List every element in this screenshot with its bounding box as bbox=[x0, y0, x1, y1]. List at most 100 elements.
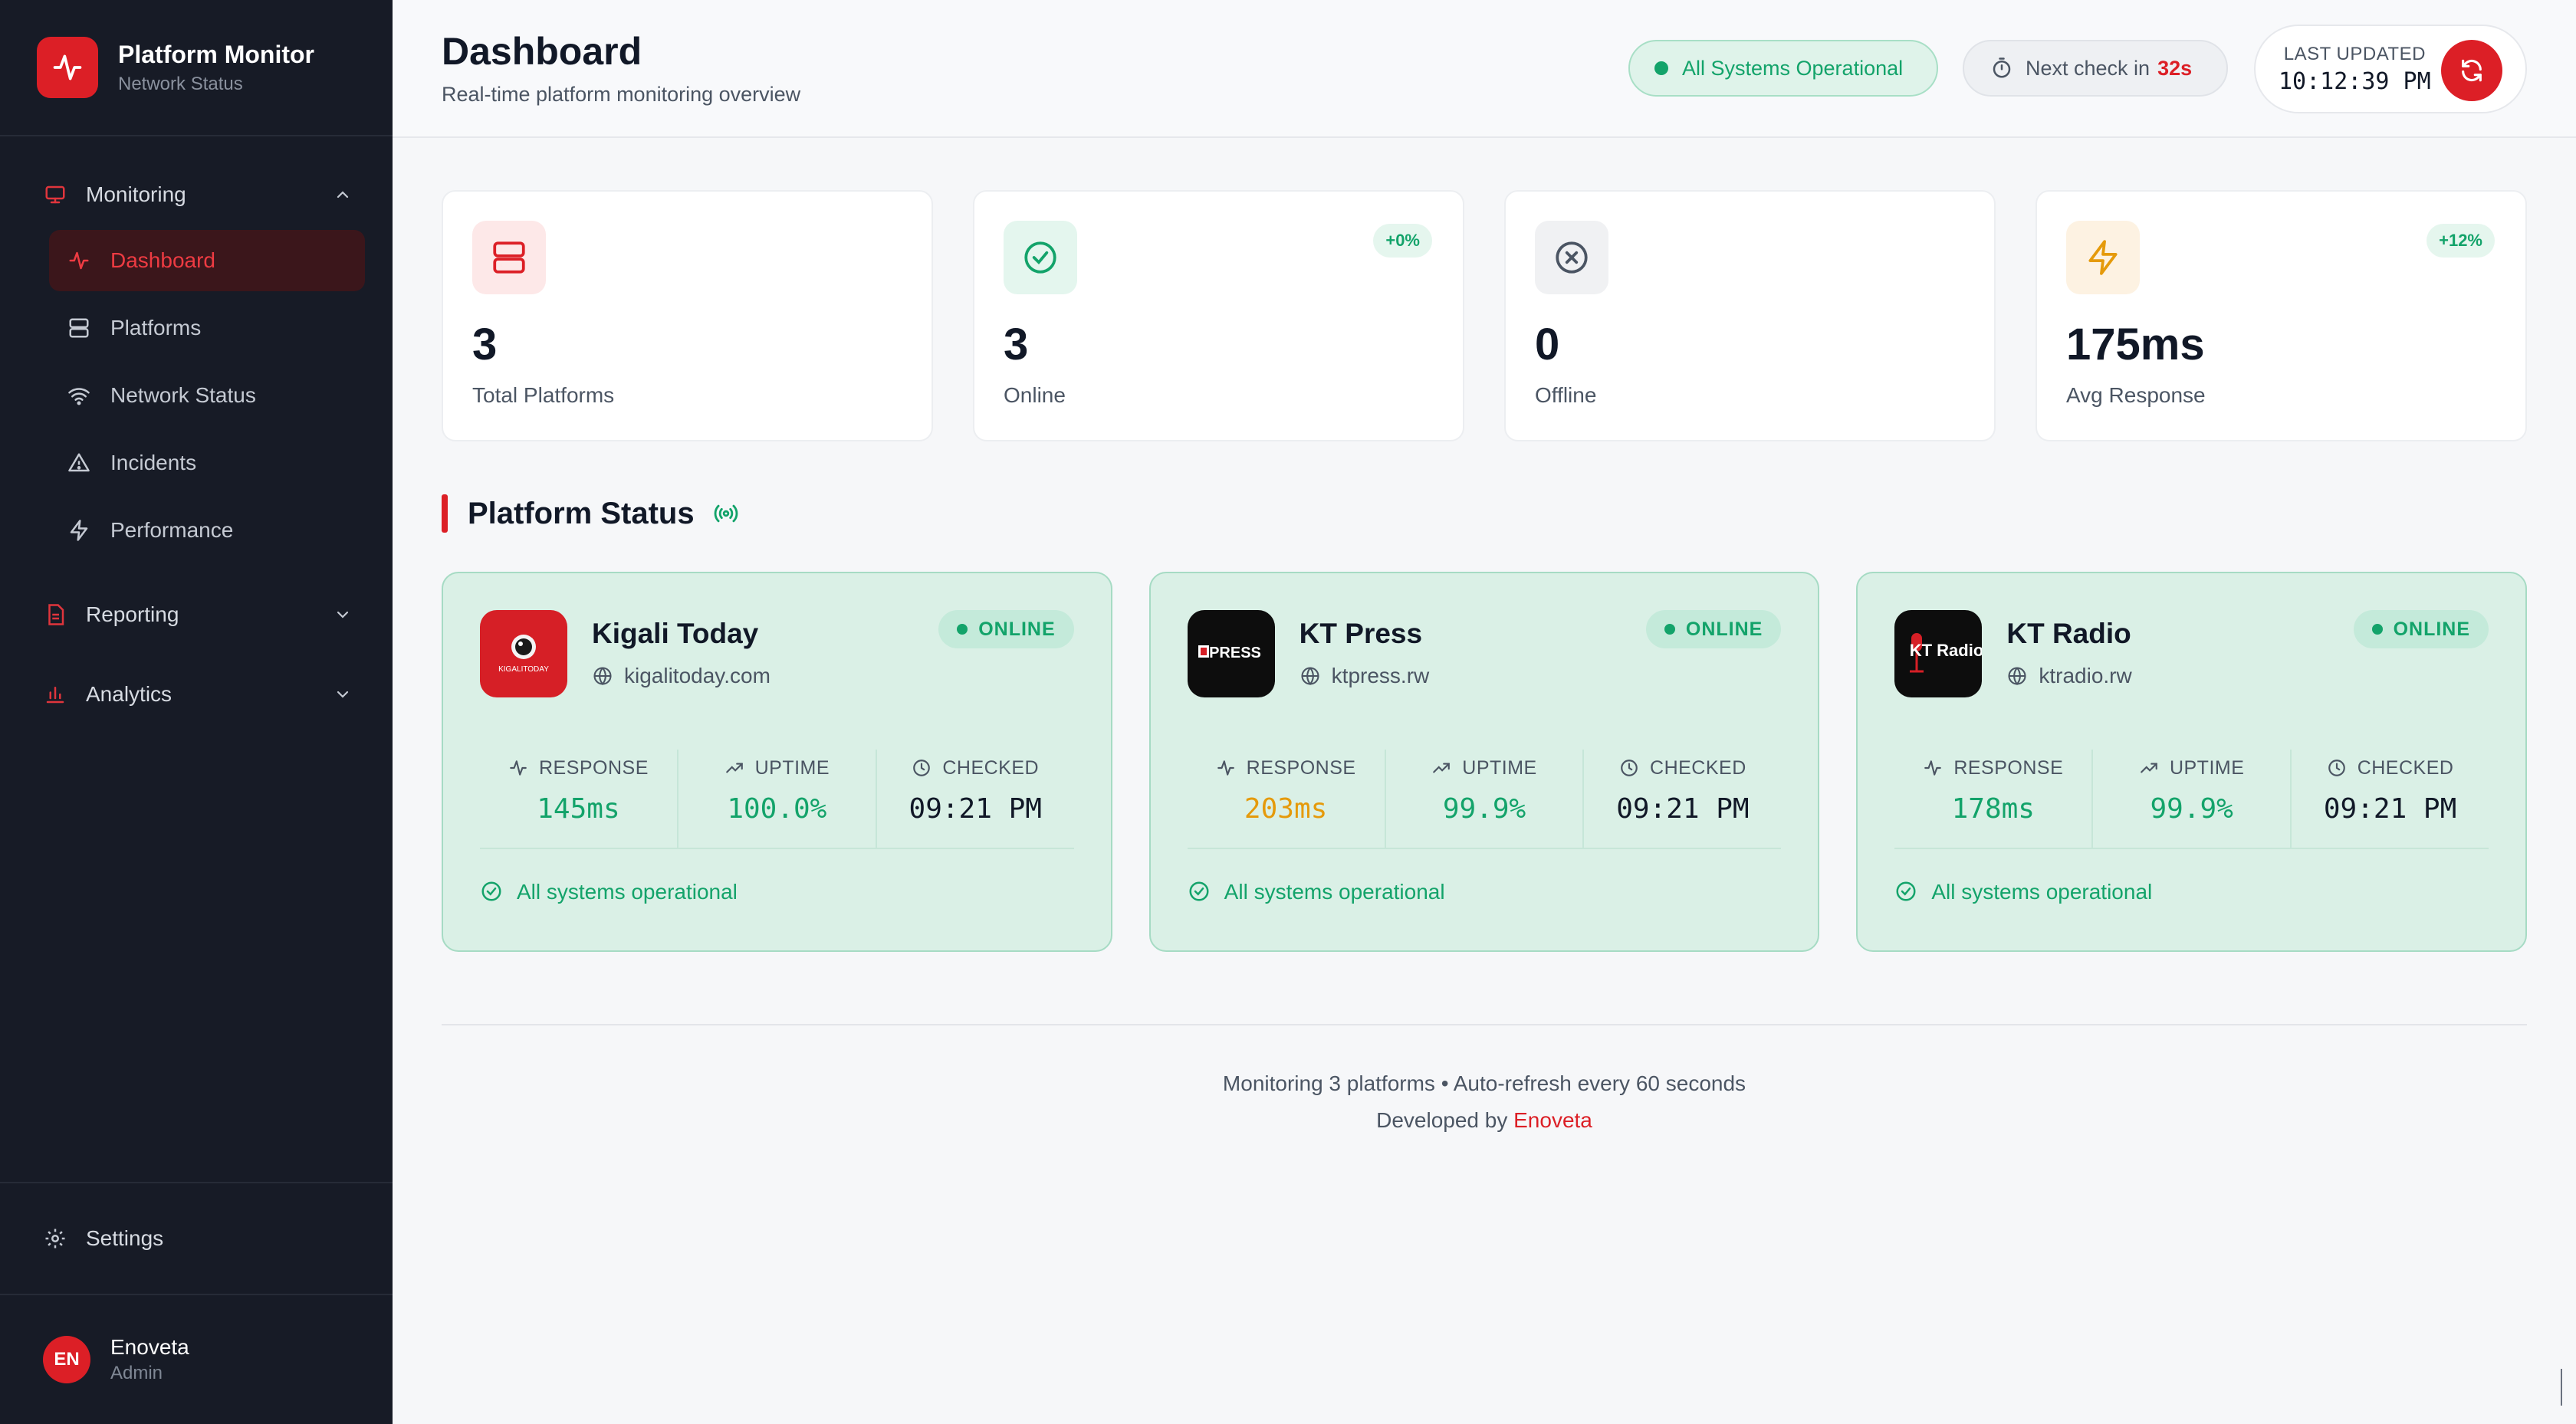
system-status-badge: All Systems Operational bbox=[1628, 40, 1938, 97]
check-circle-icon bbox=[1004, 221, 1077, 294]
trending-up-icon bbox=[2139, 758, 2160, 779]
trending-up-icon bbox=[724, 758, 746, 779]
text-cursor bbox=[2561, 1369, 2562, 1406]
trending-up-icon bbox=[1431, 758, 1453, 779]
metric-checked: CHECKED 09:21 PM bbox=[2290, 750, 2489, 848]
status-dot-icon bbox=[957, 624, 968, 635]
metric-label: UPTIME bbox=[1462, 757, 1537, 779]
platform-name: KT Radio bbox=[2006, 618, 2131, 649]
next-check-countdown: 32s bbox=[2157, 56, 2193, 80]
sidebar-item-label: Incidents bbox=[110, 451, 197, 474]
bar-chart-icon bbox=[43, 682, 67, 707]
status-badge-text: ONLINE bbox=[978, 618, 1056, 640]
check-circle-icon bbox=[480, 880, 504, 904]
footer-credit: Developed by Enoveta bbox=[442, 1102, 2527, 1139]
metric-uptime: UPTIME 100.0% bbox=[676, 750, 876, 848]
platform-status-text: All systems operational bbox=[1931, 880, 2153, 904]
metric-label: UPTIME bbox=[754, 757, 830, 779]
activity-icon bbox=[66, 248, 92, 274]
globe-icon bbox=[592, 665, 613, 687]
platform-url[interactable]: kigalitoday.com bbox=[592, 664, 770, 688]
monitor-icon bbox=[43, 182, 67, 207]
platform-status-text: All systems operational bbox=[1224, 880, 1445, 904]
user-profile[interactable]: EN Enoveta Admin bbox=[0, 1294, 393, 1424]
last-updated-time: 10:12:39 PM bbox=[2279, 67, 2431, 95]
user-role: Admin bbox=[110, 1363, 163, 1383]
metric-uptime: UPTIME 99.9% bbox=[1384, 750, 1583, 848]
metric-value: 09:21 PM bbox=[1616, 793, 1750, 825]
platform-url[interactable]: ktradio.rw bbox=[2006, 664, 2132, 688]
chevron-down-icon bbox=[333, 605, 353, 625]
server-icon bbox=[66, 315, 92, 341]
metric-checked: CHECKED 09:21 PM bbox=[1582, 750, 1781, 848]
nav-group-monitoring[interactable]: Monitoring bbox=[0, 170, 393, 219]
kt-press-logo: PRESS bbox=[1187, 610, 1275, 697]
settings-button[interactable]: Settings bbox=[0, 1182, 393, 1294]
status-badge-text: ONLINE bbox=[2393, 618, 2471, 640]
sidebar-item-network-status[interactable]: Network Status bbox=[49, 365, 365, 426]
sidebar-nav: Monitoring Dashboard Platforms Network S… bbox=[0, 136, 393, 719]
platform-card-kt-radio[interactable]: KT Radio KT Radio ktradio.rw ONLINE RESP… bbox=[1856, 572, 2528, 952]
platform-status-message: All systems operational bbox=[480, 880, 738, 904]
check-circle-icon bbox=[1188, 880, 1212, 904]
nav-group-analytics[interactable]: Analytics bbox=[0, 670, 393, 719]
metric-label: CHECKED bbox=[2357, 757, 2454, 779]
sidebar-item-incidents[interactable]: Incidents bbox=[49, 432, 365, 494]
metric-label: RESPONSE bbox=[538, 757, 649, 779]
metric-value: 09:21 PM bbox=[909, 793, 1042, 825]
stat-trend-badge: +12% bbox=[2426, 224, 2495, 258]
platform-metrics: RESPONSE 203ms UPTIME 99.9% CHECKED 09:2… bbox=[1187, 750, 1782, 849]
system-status-text: All Systems Operational bbox=[1682, 56, 1904, 80]
stats-row: 3 Total Platforms +0% 3 Online 0 Offline… bbox=[442, 190, 2527, 441]
clock-icon bbox=[1619, 758, 1641, 779]
nav-group-label: Analytics bbox=[86, 682, 172, 706]
status-badge: ONLINE bbox=[1645, 610, 1782, 648]
sidebar-item-label: Performance bbox=[110, 518, 234, 542]
stat-label: Total Platforms bbox=[472, 383, 615, 407]
stat-value: 3 bbox=[1004, 320, 1029, 369]
metric-checked: CHECKED 09:21 PM bbox=[875, 750, 1074, 848]
section-accent-bar bbox=[442, 494, 448, 533]
avatar: EN bbox=[43, 1336, 90, 1383]
refresh-icon bbox=[2462, 59, 2482, 82]
metric-response: RESPONSE 203ms bbox=[1188, 750, 1385, 848]
last-updated-panel: LAST UPDATED 10:12:39 PM bbox=[2254, 25, 2527, 113]
settings-label: Settings bbox=[86, 1226, 164, 1250]
globe-icon bbox=[2006, 665, 2028, 687]
status-badge: ONLINE bbox=[938, 610, 1074, 648]
nav-group-reporting[interactable]: Reporting bbox=[0, 590, 393, 639]
platform-url-text: ktradio.rw bbox=[2039, 664, 2132, 687]
platform-url[interactable]: ktpress.rw bbox=[1300, 664, 1430, 688]
platform-url-text: kigalitoday.com bbox=[624, 664, 770, 687]
developer-link[interactable]: Enoveta bbox=[1513, 1108, 1592, 1132]
footer-developed-by: Developed by bbox=[1376, 1108, 1508, 1132]
stat-value: 3 bbox=[472, 320, 498, 369]
metric-value: 178ms bbox=[1951, 793, 2035, 825]
sidebar-item-performance[interactable]: Performance bbox=[49, 500, 365, 561]
sidebar-bottom: Settings EN Enoveta Admin bbox=[0, 1182, 393, 1424]
platform-cards: KIGALITODAY Kigali Today kigalitoday.com… bbox=[442, 572, 2528, 952]
stat-value: 175ms bbox=[2066, 320, 2205, 369]
metric-uptime: UPTIME 99.9% bbox=[2091, 750, 2290, 848]
user-name: Enoveta bbox=[110, 1335, 189, 1359]
page-subtitle: Real-time platform monitoring overview bbox=[442, 83, 801, 106]
activity-icon bbox=[37, 37, 98, 98]
sidebar-item-dashboard[interactable]: Dashboard bbox=[49, 230, 365, 291]
platform-name: KT Press bbox=[1299, 618, 1423, 649]
platform-status-heading: Platform Status bbox=[442, 494, 741, 533]
platform-metrics: RESPONSE 178ms UPTIME 99.9% CHECKED 09:2… bbox=[1894, 750, 2489, 849]
platform-card-kigali-today[interactable]: KIGALITODAY Kigali Today kigalitoday.com… bbox=[442, 572, 1112, 952]
metric-label: UPTIME bbox=[2169, 757, 2245, 779]
platform-card-kt-press[interactable]: PRESS KT Press ktpress.rw ONLINE RESPONS… bbox=[1148, 572, 1820, 952]
svg-text:KIGALITODAY: KIGALITODAY bbox=[498, 665, 549, 674]
sidebar-item-platforms[interactable]: Platforms bbox=[49, 297, 365, 359]
status-badge: ONLINE bbox=[2353, 610, 2489, 648]
metric-label: RESPONSE bbox=[1953, 757, 2064, 779]
top-bar: Dashboard Real-time platform monitoring … bbox=[393, 0, 2576, 138]
nav-group-label: Reporting bbox=[86, 602, 179, 626]
refresh-button[interactable] bbox=[2441, 40, 2502, 101]
platform-status-message: All systems operational bbox=[1894, 880, 2152, 904]
platform-url-text: ktpress.rw bbox=[1331, 664, 1430, 687]
x-circle-icon bbox=[1535, 221, 1608, 294]
stat-card-offline: 0 Offline bbox=[1504, 190, 1996, 441]
